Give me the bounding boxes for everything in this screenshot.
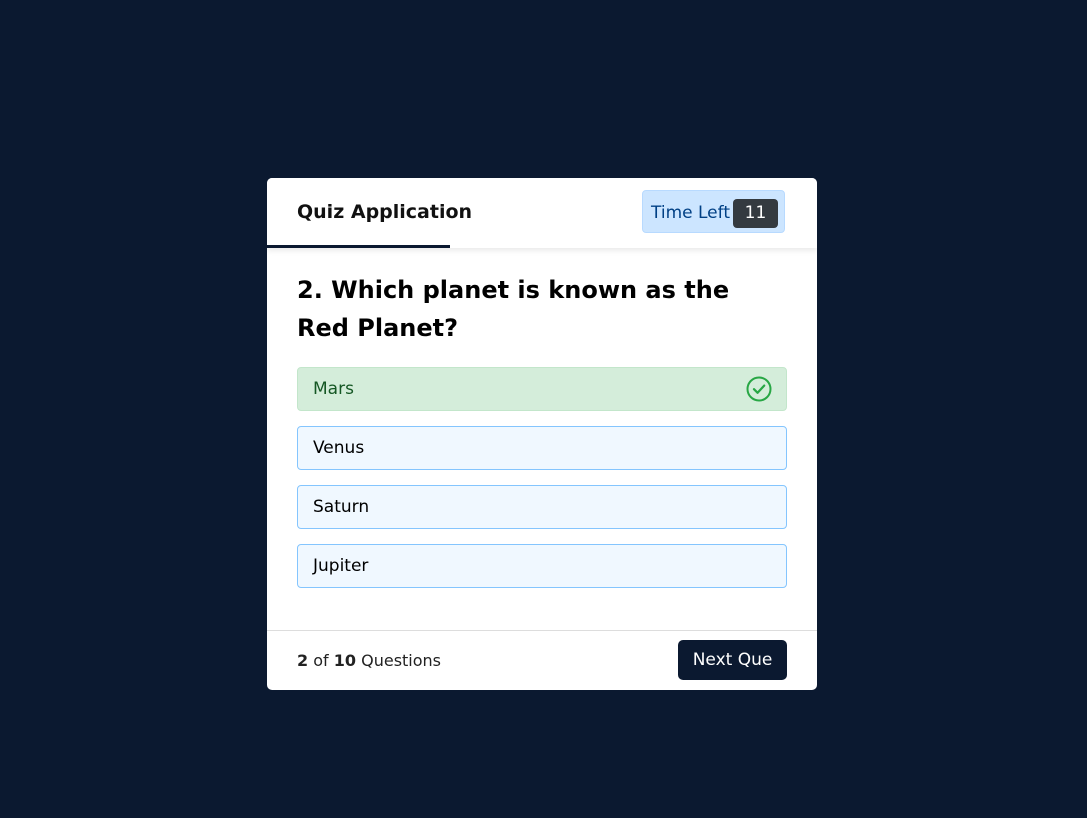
of-text: of <box>313 651 329 670</box>
option-mars[interactable]: Mars <box>297 367 787 411</box>
total-questions-number: 10 <box>333 651 357 670</box>
option-list: Mars Venus Saturn Jupiter <box>297 367 787 588</box>
option-label: Jupiter <box>313 556 369 576</box>
option-saturn[interactable]: Saturn <box>297 485 787 529</box>
quiz-footer: 2 of 10 Questions Next Que <box>267 630 817 690</box>
option-venus[interactable]: Venus <box>297 426 787 470</box>
question-text: 2. Which planet is known as the Red Plan… <box>297 276 730 342</box>
timer: Time Left 11 <box>642 190 785 233</box>
option-jupiter[interactable]: Jupiter <box>297 544 787 588</box>
option-label: Saturn <box>313 497 370 517</box>
timer-label: Time Left <box>651 203 730 223</box>
quiz-header: Quiz Application Time Left 11 <box>267 178 817 248</box>
quiz-section: 2. Which planet is known as the Red Plan… <box>297 271 787 603</box>
timer-seconds: 11 <box>733 199 778 228</box>
current-question-number: 2 <box>297 651 309 670</box>
title-underline <box>267 245 450 248</box>
option-label: Mars <box>313 379 354 399</box>
check-circle-icon <box>746 376 772 402</box>
question-count: 2 of 10 Questions <box>297 651 441 670</box>
app-title: Quiz Application <box>297 201 473 223</box>
option-label: Venus <box>313 438 365 458</box>
next-question-button[interactable]: Next Que <box>678 640 787 680</box>
questions-text: Questions <box>361 651 442 670</box>
quiz-box: Quiz Application Time Left 11 2. Which p… <box>267 178 817 690</box>
